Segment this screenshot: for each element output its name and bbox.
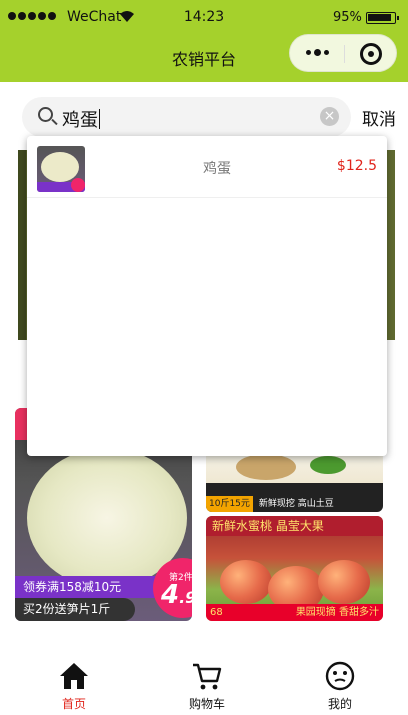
product-title: 新鲜水蜜桃 晶莹大果 — [206, 516, 383, 536]
miniprogram-capsule — [289, 34, 397, 72]
text-caret — [99, 109, 100, 129]
suggestion-item[interactable]: 鸡蛋 $12.5 — [27, 136, 387, 198]
product-card-peach[interactable]: 新鲜水蜜桃 晶莹大果 68 果园现摘 香甜多汁 — [206, 516, 383, 621]
suggestion-price: $12.5 — [336, 158, 377, 174]
tab-label: 我的 — [327, 697, 352, 711]
battery-percentage: 95% — [333, 10, 362, 25]
tab-label: 购物车 — [188, 697, 225, 711]
more-options-icon[interactable] — [306, 49, 329, 56]
tab-label: 首页 — [61, 697, 86, 711]
promo-line-1: 领券满158减10元 — [15, 576, 165, 598]
suggestion-thumbnail — [37, 146, 85, 192]
app-header: WeChat 14:23 95% 农销平台 — [0, 0, 408, 82]
bottom-tab-bar: 首页 购物车 我的 — [0, 650, 408, 715]
promo-strip: 68 果园现摘 香甜多汁 — [206, 604, 383, 621]
product-image — [236, 454, 296, 480]
leaf-decoration — [310, 456, 346, 474]
search-suggestions-panel: 鸡蛋 $12.5 — [27, 136, 387, 456]
search-input[interactable]: 鸡蛋 × — [22, 97, 351, 137]
search-icon — [38, 107, 53, 122]
cart-icon — [193, 663, 222, 690]
status-bar: WeChat 14:23 95% — [0, 9, 408, 27]
tab-profile[interactable]: 我的 — [272, 650, 408, 715]
promo-strip: 10斤15元 新鲜现挖 高山土豆 — [206, 496, 383, 512]
home-icon — [60, 663, 88, 689]
suggestion-name: 鸡蛋 — [203, 161, 231, 177]
battery-icon — [366, 12, 399, 24]
close-miniprogram-icon[interactable] — [360, 43, 382, 65]
clear-search-icon[interactable]: × — [320, 107, 339, 126]
tab-cart[interactable]: 购物车 — [139, 650, 275, 715]
profile-icon — [325, 661, 355, 691]
promo-line-2: 买2份送笋片1斤 — [15, 598, 135, 621]
tab-home[interactable]: 首页 — [6, 650, 142, 715]
capsule-divider — [344, 45, 345, 63]
product-image — [220, 560, 272, 604]
cancel-button[interactable]: 取消 — [362, 105, 396, 130]
search-query[interactable]: 鸡蛋 — [62, 106, 100, 132]
product-image — [318, 560, 370, 604]
